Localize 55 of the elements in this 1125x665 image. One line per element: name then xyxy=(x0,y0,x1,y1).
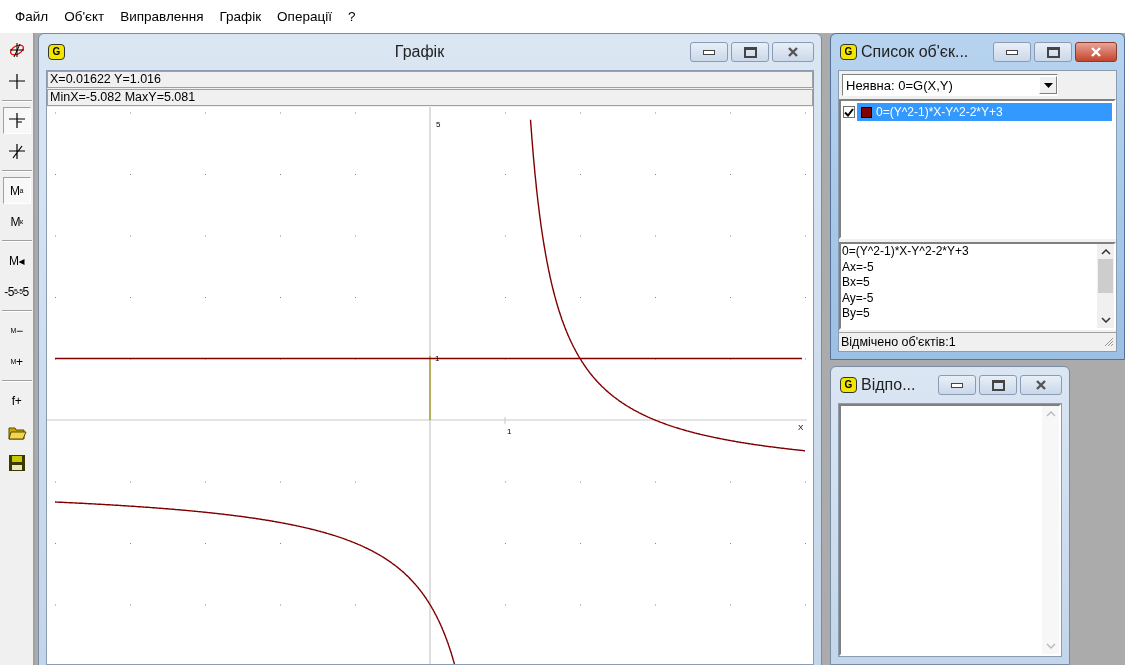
maximize-button[interactable] xyxy=(731,42,769,62)
scroll-thumb[interactable] xyxy=(1098,259,1113,293)
resize-grip-icon[interactable] xyxy=(1104,337,1114,347)
close-button[interactable] xyxy=(772,42,814,62)
cross-tick-button[interactable] xyxy=(2,107,31,134)
minimize-button[interactable] xyxy=(993,42,1031,62)
app-logo: G xyxy=(840,44,857,60)
checkbox[interactable] xyxy=(843,106,855,118)
type-dropdown[interactable]: Неявна: 0=G(X,Y) xyxy=(842,74,1058,96)
tool-button[interactable]: M◂ xyxy=(2,247,31,274)
cross-tick-icon xyxy=(7,112,26,129)
tool-button[interactable]: $^{M}$− xyxy=(2,317,31,344)
menu-item[interactable]: Графік xyxy=(211,9,270,24)
close-button[interactable] xyxy=(1075,42,1117,62)
folder-icon xyxy=(8,427,26,440)
maximize-button[interactable] xyxy=(979,375,1017,395)
cursor-readout: X=0.01622 Y=1.016 xyxy=(47,71,813,88)
scroll-up-icon[interactable] xyxy=(1100,249,1111,255)
close-button[interactable] xyxy=(1020,375,1062,395)
status-text: Відмічено об'єктів:1 xyxy=(841,335,956,349)
detail-line: Ax=-5 xyxy=(842,259,875,275)
detail-line: Bx=5 xyxy=(842,275,871,291)
scrollbar[interactable] xyxy=(1097,244,1114,328)
app-logo: G xyxy=(48,44,65,60)
range-readout: MinX=-5.082 MaxY=5.081 xyxy=(47,89,813,106)
app-logo: G xyxy=(840,377,857,393)
axis-label: 1 xyxy=(435,354,440,363)
menu-item[interactable]: Виправлення xyxy=(112,9,212,24)
axis-label: X xyxy=(798,424,804,432)
minimize-button[interactable] xyxy=(690,42,728,62)
caret-icon xyxy=(1043,82,1053,88)
window-title: Графік xyxy=(393,43,446,61)
axis-label: 1 xyxy=(507,428,512,436)
axis-label: 5 xyxy=(436,121,441,129)
window-title: Список об'єк... xyxy=(861,43,969,61)
cursor-marker xyxy=(429,355,431,421)
detail-line: By=5 xyxy=(842,306,871,322)
window-title: Відпо... xyxy=(861,376,916,394)
tool-button[interactable]: $^{M}$+ xyxy=(2,348,31,375)
minimize-button[interactable] xyxy=(938,375,976,395)
maximize-button[interactable] xyxy=(1034,42,1072,62)
menu-item[interactable]: Файл xyxy=(7,9,57,24)
crosshair-icon xyxy=(9,42,24,58)
detail-line: Ay=-5 xyxy=(842,290,875,306)
save-icon xyxy=(8,455,25,471)
menu-item[interactable]: ? xyxy=(339,9,364,24)
tool-button[interactable]: f+ xyxy=(2,387,31,414)
menu-item[interactable]: Об'єкт xyxy=(56,9,113,24)
close-icon[interactable] xyxy=(787,47,799,57)
detail-line: 0=(Y^2-1)*X-Y^2-2*Y+3 xyxy=(842,244,970,260)
cross-slash-icon xyxy=(7,143,26,160)
plus-icon xyxy=(7,73,26,90)
menu-item[interactable]: Операції xyxy=(269,9,340,24)
close-icon[interactable] xyxy=(1035,380,1047,390)
scroll-down-icon[interactable] xyxy=(1100,317,1111,323)
